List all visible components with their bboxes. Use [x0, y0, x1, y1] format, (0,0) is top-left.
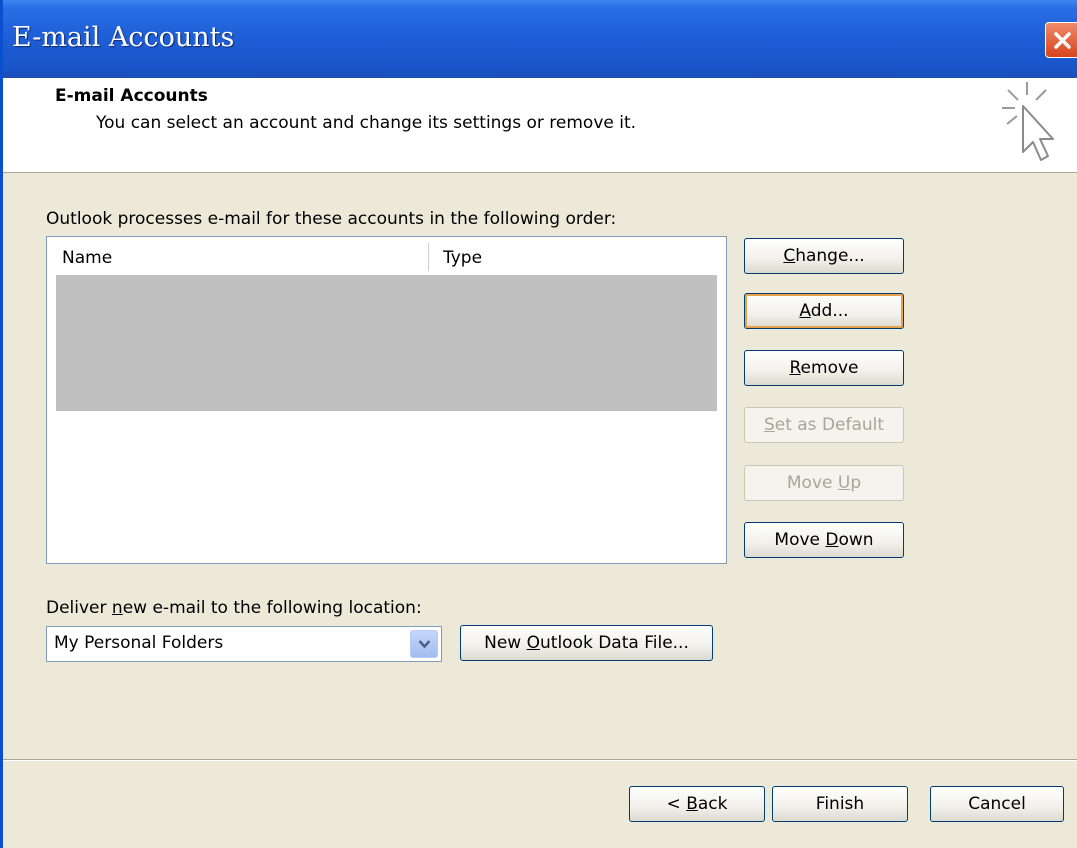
move-up-button[interactable]: Move Up — [744, 465, 904, 501]
header-panel: E-mail Accounts You can select an accoun… — [3, 78, 1077, 173]
wizard-cursor-icon — [1002, 82, 1054, 161]
delivery-location-label: Deliver new e-mail to the following loca… — [46, 598, 422, 618]
delivery-location-value: My Personal Folders — [54, 633, 224, 653]
chevron-down-icon — [418, 640, 431, 649]
back-button[interactable]: < Back — [629, 786, 765, 822]
title-bar[interactable]: E-mail Accounts — [3, 0, 1077, 78]
accounts-list[interactable]: Name Type — [46, 236, 727, 564]
new-outlook-data-file-button[interactable]: New Outlook Data File... — [460, 625, 713, 661]
change-button[interactable]: Change... — [744, 238, 904, 274]
selected-account-row[interactable] — [56, 275, 717, 411]
column-header-name[interactable]: Name — [47, 237, 428, 273]
header-title: E-mail Accounts — [55, 86, 208, 106]
finish-button[interactable]: Finish — [772, 786, 908, 822]
column-header-type[interactable]: Type — [429, 237, 726, 273]
add-button[interactable]: Add... — [744, 293, 904, 329]
accounts-list-label: Outlook processes e-mail for these accou… — [46, 209, 617, 229]
email-accounts-dialog: E-mail Accounts E-mail Accounts You can … — [0, 0, 1077, 848]
close-button[interactable] — [1045, 22, 1077, 58]
cancel-button[interactable]: Cancel — [930, 786, 1064, 822]
close-icon — [1054, 32, 1071, 49]
set-as-default-button[interactable]: Set as Default — [744, 407, 904, 443]
footer-divider — [3, 759, 1077, 761]
move-down-button[interactable]: Move Down — [744, 522, 904, 558]
dropdown-button[interactable] — [410, 630, 438, 658]
remove-button[interactable]: Remove — [744, 350, 904, 386]
window-title: E-mail Accounts — [12, 22, 235, 53]
delivery-location-select[interactable]: My Personal Folders — [46, 626, 442, 662]
header-subtitle: You can select an account and change its… — [96, 113, 637, 133]
